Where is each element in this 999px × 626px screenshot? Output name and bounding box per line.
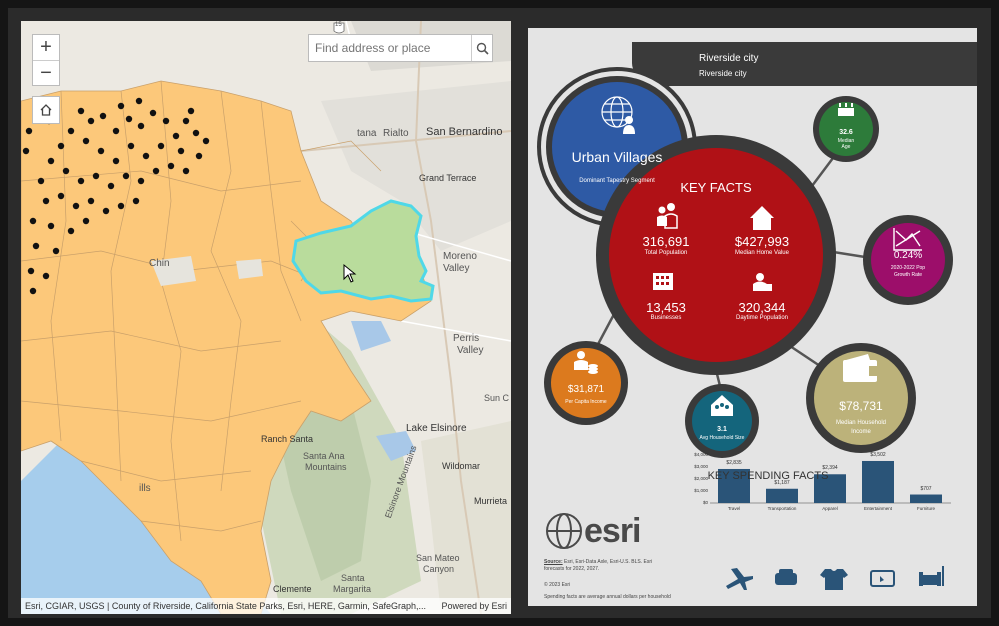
car-icon (775, 569, 797, 585)
powered-by-esri-link[interactable]: Powered by Esri (441, 598, 507, 614)
home-value-label: Median Home Value (735, 250, 789, 256)
data-label-entertainment: $3,502 (870, 451, 886, 458)
x-label-apparel: Apparel (822, 506, 838, 511)
data-label-travel: $2,835 (726, 459, 742, 466)
header-title: Riverside city (699, 53, 759, 64)
search-button[interactable] (471, 35, 492, 61)
search-icon (476, 42, 489, 55)
zoom-control: + − (32, 34, 60, 86)
population-value: 316,691 (642, 234, 690, 249)
map-label-rancho-santa: Ranch Santa (261, 434, 314, 444)
map-label-lake-elsinore: Lake Elsinore (406, 423, 467, 434)
map-label-margarita: Margarita (333, 584, 372, 594)
home-value: $427,993 (734, 234, 790, 249)
map-label-chino: Chin (149, 258, 170, 269)
population-label: Total Population (644, 250, 688, 256)
infographic-panel: Riverside city Riverside city Urban Vill… (528, 28, 977, 606)
x-label-travel: Travel (727, 506, 741, 511)
growth-label: 2020-2022 Pop Growth Rate (890, 265, 926, 278)
per-capita-label: Per Capita Income (565, 399, 607, 405)
home-button[interactable] (32, 96, 60, 124)
map-label-perris: Perris (453, 333, 480, 344)
map-basemap (21, 21, 511, 614)
map-label-hills: ills (139, 483, 151, 494)
zoom-out-button[interactable]: − (33, 60, 59, 86)
search-widget (308, 34, 493, 62)
y-tick-label: $3,000 (694, 464, 708, 469)
x-label-furniture: Furniture (916, 506, 935, 511)
search-input[interactable] (309, 35, 471, 61)
spending-footnote: Spending facts are average annual dollar… (544, 594, 671, 600)
median-age-label: Median Age (837, 138, 855, 150)
map-attribution: Esri, CGIAR, USGS | County of Riverside,… (21, 598, 511, 614)
data-label-apparel: $2,394 (822, 465, 838, 472)
shirt-icon (820, 569, 848, 590)
source-bold: Source: (544, 559, 563, 565)
dashboard-frame: 15 tana Rialto San Bernardino Grand Terr… (8, 8, 991, 618)
map-label-sun-city: Sun C (484, 393, 510, 403)
esri-brand-text: esri (584, 512, 641, 550)
route-shield-label: 15 (335, 22, 342, 28)
map-label-perris-valley: Valley (457, 345, 484, 356)
map-label-santa: Santa (341, 573, 365, 583)
daytime-value: 320,344 (738, 300, 786, 315)
bar-transportation (766, 488, 798, 503)
map-label-san-bernardino: San Bernardino (426, 126, 503, 138)
growth-value: 0.24% (893, 250, 923, 261)
map-label-canyon: Canyon (423, 564, 455, 574)
tapestry-label: Dominant Tapestry Segment (579, 178, 655, 184)
household-income-value: $78,731 (839, 399, 883, 413)
esri-globe-icon (546, 513, 582, 549)
map-label-santa-ana: Santa Ana (303, 451, 345, 461)
attribution-text: Esri, CGIAR, USGS | County of Riverside,… (25, 601, 426, 611)
map-label-rialto: Rialto (383, 128, 409, 139)
map-label-san-mateo: San Mateo (416, 553, 460, 563)
x-label-entertainment: Entertainment (863, 506, 892, 511)
map-view[interactable]: 15 tana Rialto San Bernardino Grand Terr… (21, 21, 511, 614)
home-icon (40, 104, 52, 116)
header-subtitle: Riverside city (699, 69, 747, 78)
copyright: © 2023 Esri (544, 582, 571, 588)
bar-entertainment (862, 460, 894, 503)
y-tick-label: $4,000 (694, 452, 708, 457)
median-age-value: 32.6 (839, 129, 853, 136)
daytime-label: Daytime Population (735, 315, 789, 321)
bar-furniture (910, 494, 942, 503)
map-label-moreno: Moreno (443, 251, 477, 262)
building-icon (653, 273, 673, 290)
household-size-value: 3.1 (717, 426, 727, 433)
y-tick-label: $1,000 (694, 488, 708, 493)
household-size-label: Avg Household Size (699, 435, 745, 441)
map-label-moreno-valley: Valley (443, 263, 470, 274)
businesses-value: 13,453 (646, 300, 686, 315)
airplane-icon (726, 568, 753, 590)
tapestry-name: Urban Villages (571, 149, 663, 165)
map-label-clemente: Clemente (273, 584, 312, 594)
data-label-transportation: $1,187 (774, 479, 790, 486)
map-label-mountains: Mountains (305, 462, 347, 472)
businesses-label: Businesses (650, 315, 682, 321)
key-facts-title: KEY FACTS (680, 180, 752, 195)
cake-icon (838, 103, 854, 116)
zoom-in-button[interactable]: + (33, 35, 59, 60)
armchair-icon (919, 566, 944, 586)
map-label-fontana: tana (357, 128, 377, 139)
map-label-murrieta: Murrieta (474, 496, 508, 506)
y-tick-label: $2,000 (694, 476, 708, 481)
data-label-furniture: $707 (920, 485, 932, 492)
source-note: Source: Esri, Esri-Data Axle, Esri-U.S. … (544, 559, 664, 573)
y-tick-label: $0 (702, 500, 708, 505)
tv-icon (870, 570, 895, 587)
x-label-transportation: Transportation (767, 506, 797, 511)
map-label-wildomar: Wildomar (442, 461, 481, 471)
map-label-grand-terrace: Grand Terrace (419, 173, 477, 183)
per-capita-value: $31,871 (567, 384, 605, 395)
household-income-label: Median Household Income (835, 420, 887, 435)
